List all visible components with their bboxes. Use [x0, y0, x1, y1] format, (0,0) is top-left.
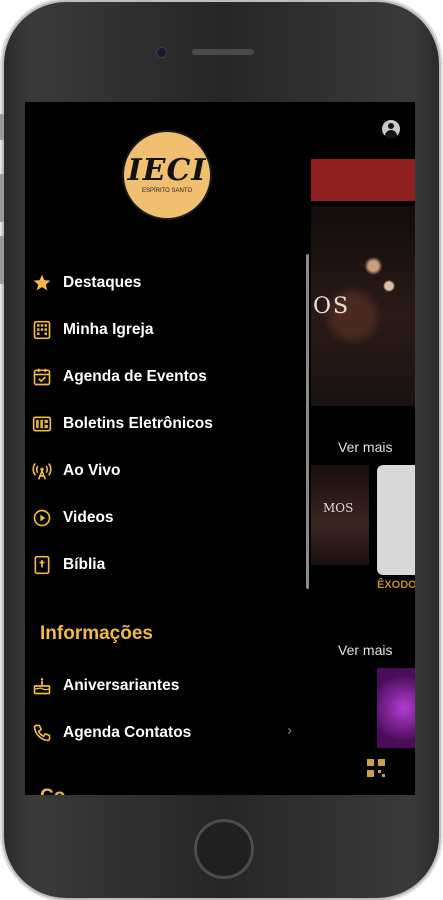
home-button[interactable] [194, 819, 254, 879]
menu-label: Agenda de Eventos [63, 368, 207, 385]
featured-video-card[interactable]: OS [311, 206, 415, 406]
navigation-drawer: IECI ESPÍRITO SANTO Destaques Minha Igre… [25, 102, 311, 795]
play-circle-icon [32, 508, 52, 528]
qr-code-icon[interactable] [367, 759, 385, 777]
bible-icon [32, 555, 52, 575]
menu-item-aniversariantes[interactable]: Aniversariantes [25, 666, 311, 706]
menu-label: Boletins Eletrônicos [63, 415, 213, 432]
section-title-informacoes: Informações [40, 623, 153, 644]
menu-item-minha-igreja[interactable]: Minha Igreja [25, 310, 311, 350]
ver-mais-link[interactable]: Ver mais [338, 642, 392, 658]
menu-item-destaques[interactable]: Destaques [25, 263, 311, 303]
user-account-icon[interactable] [382, 120, 400, 138]
logo-text: IECI [127, 152, 207, 188]
menu-item-videos[interactable]: Videos [25, 498, 311, 538]
chevron-right-icon: › [287, 722, 293, 739]
newspaper-icon [32, 414, 52, 434]
menu-label: Bíblia [63, 556, 106, 573]
drawer-scrollbar[interactable] [306, 254, 309, 589]
mute-switch [0, 114, 4, 140]
volume-up-button [0, 174, 4, 222]
church-logo: IECI ESPÍRITO SANTO [122, 130, 212, 220]
star-icon [32, 273, 52, 293]
featured-banner[interactable] [311, 159, 415, 201]
menu-item-ao-vivo[interactable]: Ao Vivo [25, 451, 311, 491]
menu-item-agenda-eventos[interactable]: Agenda de Eventos [25, 357, 311, 397]
front-camera [156, 47, 167, 58]
volume-down-button [0, 236, 4, 284]
broadcast-icon [32, 461, 52, 481]
phone-icon [32, 723, 52, 743]
card-text: OS [313, 294, 351, 319]
cake-icon [32, 676, 52, 696]
thumbnail-text: MOS [323, 501, 354, 515]
earpiece-speaker [192, 49, 254, 55]
video-thumbnail[interactable] [377, 465, 415, 575]
menu-label: Destaques [63, 274, 142, 291]
menu-label: Videos [63, 509, 114, 526]
menu-item-agenda-contatos[interactable]: Agenda Contatos [25, 713, 311, 753]
calendar-check-icon [32, 367, 52, 387]
ver-mais-link[interactable]: Ver mais [338, 439, 392, 455]
menu-label: Aniversariantes [63, 677, 180, 694]
video-thumbnail[interactable]: MOS [311, 465, 369, 565]
menu-item-biblia[interactable]: Bíblia [25, 545, 311, 585]
thumbnail-label: ÊXODO [377, 579, 415, 591]
logo-subtext: ESPÍRITO SANTO [141, 187, 193, 194]
app-screen: OS Ver mais MOS ÊXODO Ver mais IECI ESPÍ… [25, 102, 415, 795]
menu-label: Agenda Contatos [63, 724, 192, 741]
section-title-next: Co... [40, 786, 81, 795]
building-icon [32, 320, 52, 340]
menu-label: Minha Igreja [63, 321, 154, 338]
menu-label: Ao Vivo [63, 462, 121, 479]
menu-item-boletins[interactable]: Boletins Eletrônicos [25, 404, 311, 444]
video-thumbnail[interactable] [377, 668, 415, 748]
